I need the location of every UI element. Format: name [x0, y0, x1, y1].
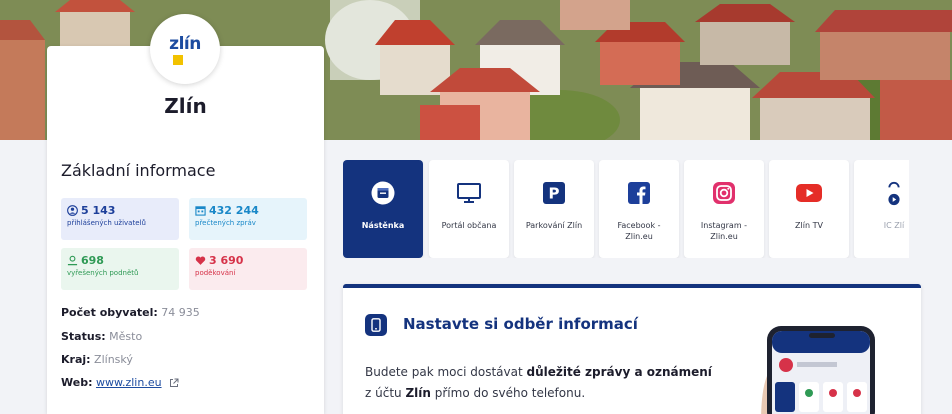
stat-read-label: přečtených zpráv	[195, 219, 256, 227]
tile-parkovani-label: Parkování Zlín	[525, 221, 583, 230]
info-center-icon	[888, 181, 900, 206]
region-label: Kraj:	[61, 353, 91, 366]
tile-nastenka-label: Nástěnka	[361, 221, 405, 230]
status-value: Město	[109, 330, 143, 343]
subscription-text-bold: Zlín	[405, 386, 431, 400]
tile-instagram-label: Instagram - Zlin.eu	[700, 221, 748, 241]
info-status: Status: Město	[61, 330, 142, 343]
stat-thanks-label: poděkování	[195, 269, 236, 277]
stat-users-value: 5 143	[81, 204, 116, 217]
person-check-icon	[67, 255, 78, 266]
status-label: Status:	[61, 330, 106, 343]
tile-facebook-label: Facebook - Zlin.eu	[617, 221, 661, 241]
board-icon	[371, 181, 395, 205]
tile-zlin-tv[interactable]: Zlín TV	[769, 160, 849, 258]
facebook-icon	[628, 182, 650, 204]
youtube-icon	[796, 184, 822, 202]
stat-thanks-value: 3 690	[209, 254, 244, 267]
instagram-icon	[713, 182, 735, 204]
tile-zlin-tv-label: Zlín TV	[795, 221, 823, 230]
city-profile-card: zlín Zlín Základní informace 5 143 přihl…	[47, 14, 324, 414]
phone-mockup-illustration	[759, 322, 879, 414]
subscription-text-part: přímo do svého telefonu.	[430, 386, 586, 400]
logo-square-mark	[173, 54, 183, 65]
heart-icon	[195, 256, 206, 265]
users-icon	[67, 205, 78, 216]
city-logo-text: zlín	[169, 33, 201, 54]
subscription-card: Nastavte si odběr informací Budete pak m…	[343, 284, 921, 414]
tile-nastenka[interactable]: Nástěnka	[343, 160, 423, 258]
city-name: Zlín	[164, 94, 207, 118]
info-web: Web: www.zlin.eu	[61, 376, 179, 389]
stat-solved-label: vyřešených podnětů	[67, 269, 139, 277]
tile-parkovani[interactable]: P Parkování Zlín	[514, 160, 594, 258]
web-label: Web:	[61, 376, 93, 389]
phone-icon	[365, 314, 387, 336]
subscription-title: Nastavte si odběr informací	[403, 315, 638, 333]
stat-users-label: přihlášených uživatelů	[67, 219, 146, 227]
service-tiles-row: Nástěnka Portál občana P Parkování Zlín	[343, 160, 909, 258]
stat-solved-value: 698	[81, 254, 104, 267]
calendar-icon	[195, 206, 206, 216]
basic-info-heading: Základní informace	[61, 161, 216, 180]
stat-solved-reports: 698 vyřešených podnětů	[61, 248, 179, 290]
stat-read-value: 432 244	[209, 204, 259, 217]
tile-portal-label: Portál občana	[441, 221, 497, 230]
subscription-text-part: Budete pak moci dostávat	[365, 365, 527, 379]
stat-users: 5 143 přihlášených uživatelů	[61, 198, 179, 240]
monitor-icon	[457, 183, 481, 203]
tile-facebook[interactable]: Facebook - Zlin.eu	[599, 160, 679, 258]
tile-info-center-label: IC Zlí	[883, 221, 905, 230]
info-region: Kraj: Zlínský	[61, 353, 133, 366]
subscription-text-bold: důležité zprávy a oznámení	[526, 365, 712, 379]
external-link-icon[interactable]	[169, 378, 179, 388]
web-link[interactable]: www.zlin.eu	[96, 376, 162, 389]
tile-info-center[interactable]: IC Zlí	[854, 160, 909, 258]
population-value: 74 935	[161, 306, 200, 319]
tile-portal-obcana[interactable]: Portál občana	[429, 160, 509, 258]
info-population: Počet obyvatel: 74 935	[61, 306, 200, 319]
stat-read-messages: 432 244 přečtených zpráv	[189, 198, 307, 240]
city-logo[interactable]: zlín	[150, 14, 220, 84]
population-label: Počet obyvatel:	[61, 306, 158, 319]
subscription-text: Budete pak moci dostávat důležité zprávy…	[365, 362, 715, 404]
subscription-text-part: z účtu	[365, 386, 406, 400]
stat-thanks: 3 690 poděkování	[189, 248, 307, 290]
tile-instagram[interactable]: Instagram - Zlin.eu	[684, 160, 764, 258]
region-value: Zlínský	[94, 353, 133, 366]
svg-text:P: P	[549, 185, 560, 203]
parking-icon: P	[543, 182, 565, 204]
